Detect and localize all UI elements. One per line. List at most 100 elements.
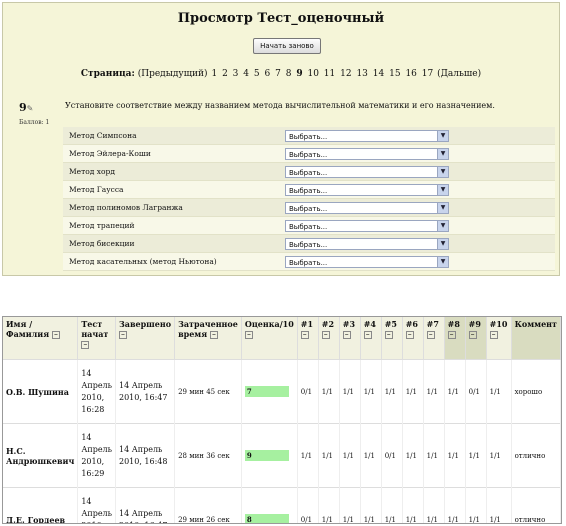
- table-row: Н.С. Андрюшкевич 14 Апрель 2010, 16:29 14 …: [3, 423, 561, 488]
- page-link[interactable]: 8: [286, 69, 292, 79]
- col-question[interactable]: #8 −: [444, 317, 466, 360]
- collapse-icon[interactable]: −: [384, 331, 393, 339]
- comment-cell: отлично: [511, 423, 561, 488]
- col-question[interactable]: #9 −: [465, 317, 487, 360]
- col-started[interactable]: Тест начат −: [77, 317, 116, 360]
- chevron-down-icon[interactable]: ▼: [437, 148, 448, 159]
- grade-cell: 8: [241, 487, 298, 523]
- page-link[interactable]: 2: [222, 69, 228, 79]
- answer-select[interactable]: Выбрать... ▼: [285, 129, 449, 142]
- page-link[interactable]: 15: [389, 69, 400, 79]
- collapse-icon[interactable]: −: [300, 331, 309, 339]
- collapse-icon[interactable]: −: [81, 341, 90, 349]
- results-panel: Имя / Фамилия − Тест начат − Завершено − За…: [2, 316, 562, 524]
- page-link[interactable]: 4: [243, 69, 249, 79]
- question-score: 1/1: [465, 423, 487, 488]
- method-label: Метод полиномов Лагранжа: [69, 203, 183, 212]
- col-question[interactable]: #2 −: [318, 317, 340, 360]
- page-link[interactable]: 1: [211, 69, 217, 79]
- collapse-icon[interactable]: −: [468, 331, 477, 339]
- col-name[interactable]: Имя / Фамилия −: [3, 317, 79, 360]
- page-link[interactable]: 17: [422, 69, 433, 79]
- collapse-icon[interactable]: −: [426, 331, 435, 339]
- question-score: 0/1: [297, 359, 319, 424]
- col-time[interactable]: Затраченное время −: [174, 317, 242, 360]
- question-score: 1/1: [486, 423, 512, 488]
- col-question[interactable]: #10 −: [486, 317, 512, 360]
- question-number: 9✎: [19, 101, 34, 114]
- question-score: 1/1: [318, 359, 340, 424]
- page-links: 1 2 3 4 5 6 7 8 9 10 11 12 13 14 15 16 1…: [210, 69, 437, 79]
- chevron-down-icon[interactable]: ▼: [437, 256, 448, 267]
- answer-select[interactable]: Выбрать... ▼: [285, 237, 449, 250]
- chevron-down-icon[interactable]: ▼: [437, 166, 448, 177]
- col-grade[interactable]: Оценка/10 −: [241, 317, 298, 360]
- chevron-down-icon[interactable]: ▼: [437, 238, 448, 249]
- pager: Страница: (Предыдущий) 1 2 3 4 5 6 7 8 9…: [3, 69, 559, 79]
- question-score: 1/1: [444, 359, 466, 424]
- restart-button[interactable]: Начать заново: [253, 38, 321, 54]
- page-link[interactable]: 16: [405, 69, 416, 79]
- question-score: 0/1: [465, 359, 487, 424]
- table-row: Д.Е. Гордеев14 Апрель 2010, 16:2814 Апре…: [3, 487, 561, 523]
- collapse-icon[interactable]: −: [244, 331, 253, 339]
- page-link[interactable]: 7: [275, 69, 281, 79]
- page-link[interactable]: 12: [340, 69, 351, 79]
- page-link[interactable]: 3: [233, 69, 239, 79]
- answer-select[interactable]: Выбрать... ▼: [285, 219, 449, 232]
- col-question[interactable]: #3 −: [339, 317, 361, 360]
- finished-cell: 14 Апрель 2010, 16:48: [115, 423, 176, 488]
- answer-select[interactable]: Выбрать... ▼: [285, 201, 449, 214]
- question-score: 1/1: [402, 487, 424, 523]
- collapse-icon[interactable]: −: [209, 331, 218, 339]
- col-finished[interactable]: Завершено −: [115, 317, 176, 360]
- collapse-icon[interactable]: −: [342, 331, 351, 339]
- question-score: 1/1: [423, 423, 445, 488]
- collapse-icon[interactable]: −: [363, 331, 372, 339]
- student-name: О.В. Шушина: [3, 359, 79, 424]
- col-question[interactable]: #6 −: [402, 317, 424, 360]
- collapse-icon[interactable]: −: [118, 331, 127, 339]
- match-row: Метод Эйлера-Коши Выбрать... ▼: [63, 145, 555, 163]
- page-link[interactable]: 11: [324, 69, 335, 79]
- page-link[interactable]: 14: [373, 69, 384, 79]
- collapse-icon[interactable]: −: [405, 331, 414, 339]
- page-link[interactable]: 10: [307, 69, 318, 79]
- grade-bar: 9: [244, 450, 289, 461]
- col-question[interactable]: #4 −: [360, 317, 382, 360]
- finished-cell: 14 Апрель 2010, 16:47: [115, 359, 176, 424]
- chevron-down-icon[interactable]: ▼: [437, 184, 448, 195]
- question-score: 1/1: [444, 423, 466, 488]
- grade-bar: 8: [244, 514, 289, 523]
- page-link[interactable]: 6: [265, 69, 271, 79]
- next-link[interactable]: (Дальше): [437, 69, 481, 79]
- match-row: Метод бисекции Выбрать... ▼: [63, 235, 555, 253]
- chevron-down-icon[interactable]: ▼: [437, 130, 448, 141]
- collapse-icon[interactable]: −: [447, 331, 456, 339]
- question-score: 1/1: [297, 423, 319, 488]
- col-question[interactable]: #1 −: [297, 317, 319, 360]
- collapse-icon[interactable]: −: [51, 331, 60, 339]
- time-cell: 29 мин 45 сек: [174, 359, 242, 424]
- col-question[interactable]: #5 −: [381, 317, 403, 360]
- answer-select[interactable]: Выбрать... ▼: [285, 183, 449, 196]
- edit-pencil-icon[interactable]: ✎: [27, 104, 34, 113]
- match-row: Метод касательных (метод Ньютона) Выбрать…: [63, 253, 555, 271]
- answer-select[interactable]: Выбрать... ▼: [285, 255, 449, 268]
- question-score: 1/1: [360, 487, 382, 523]
- page-link[interactable]: 13: [356, 69, 367, 79]
- match-row: Метод хорд Выбрать... ▼: [63, 163, 555, 181]
- collapse-icon[interactable]: −: [321, 331, 330, 339]
- col-question[interactable]: #7 −: [423, 317, 445, 360]
- quiz-preview-panel: Просмотр Тест_оценочный Начать заново Ст…: [2, 2, 560, 276]
- answer-select[interactable]: Выбрать... ▼: [285, 165, 449, 178]
- collapse-icon[interactable]: −: [489, 331, 498, 339]
- page-link[interactable]: 5: [254, 69, 260, 79]
- page-link[interactable]: 9: [296, 69, 302, 79]
- question-text: Установите соответствие между названием …: [65, 101, 495, 110]
- col-comment[interactable]: Коммент: [511, 317, 561, 360]
- chevron-down-icon[interactable]: ▼: [437, 202, 448, 213]
- answer-select[interactable]: Выбрать... ▼: [285, 147, 449, 160]
- prev-link[interactable]: (Предыдущий): [138, 69, 208, 79]
- chevron-down-icon[interactable]: ▼: [437, 220, 448, 231]
